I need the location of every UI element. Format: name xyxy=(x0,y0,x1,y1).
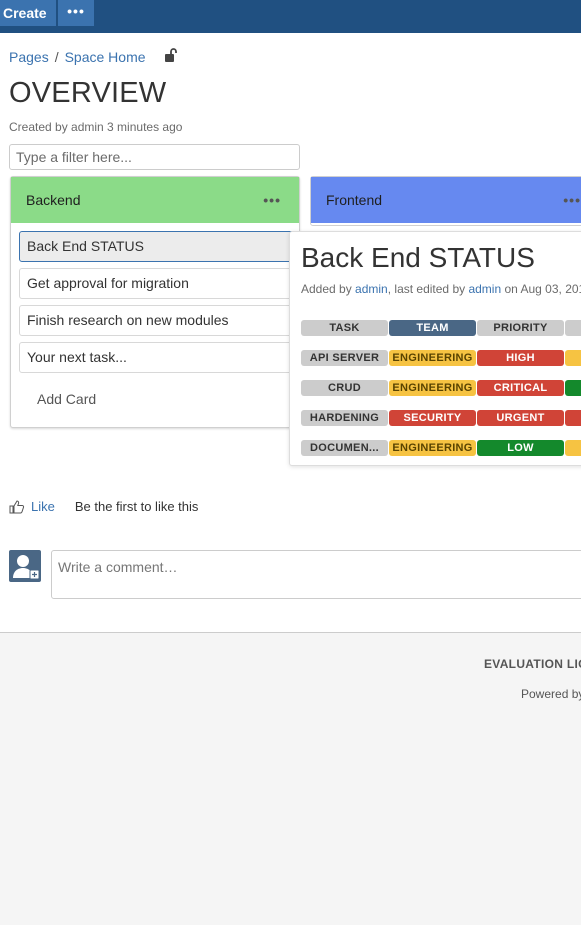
status-lozenge xyxy=(565,320,581,336)
column-header-frontend: Frontend ••• xyxy=(311,177,581,223)
status-row: DOCUMEN... ENGINEERING LOW xyxy=(301,440,581,456)
status-lozenge: ENGINEERING xyxy=(389,440,476,456)
status-lozenge: CRUD xyxy=(301,380,388,396)
status-row: TASK TEAM PRIORITY xyxy=(301,320,581,336)
like-row: Like Be the first to like this xyxy=(9,499,198,514)
status-lozenge: DOCUMEN... xyxy=(301,440,388,456)
like-link[interactable]: Like xyxy=(31,499,55,514)
status-lozenge: URGENT xyxy=(477,410,564,426)
user-avatar xyxy=(9,550,41,582)
status-lozenge xyxy=(565,410,581,426)
breadcrumb-space-home[interactable]: Space Home xyxy=(65,49,146,65)
filter-input[interactable] xyxy=(9,144,300,170)
status-lozenge: LOW xyxy=(477,440,564,456)
footer-license-text: EVALUATION LIC xyxy=(484,657,581,671)
status-lozenge: ENGINEERING xyxy=(389,380,476,396)
status-lozenge: TASK xyxy=(301,320,388,336)
status-row: CRUD ENGINEERING CRITICAL xyxy=(301,380,581,396)
meta-edited-user-link[interactable]: admin xyxy=(468,282,501,296)
status-lozenge xyxy=(565,350,581,366)
column-header-backend: Backend ••• xyxy=(11,177,299,223)
page-footer: EVALUATION LIC Powered by xyxy=(0,632,581,925)
meta-text: Added by xyxy=(301,282,356,296)
status-lozenge: API SERVER xyxy=(301,350,388,366)
column-menu-button[interactable]: ••• xyxy=(563,192,581,208)
status-lozenge xyxy=(565,440,581,456)
like-status-text: Be the first to like this xyxy=(74,499,199,514)
board-column-frontend: Frontend ••• xyxy=(310,176,581,226)
status-lozenge: ENGINEERING xyxy=(389,350,476,366)
breadcrumb-separator: / xyxy=(54,49,59,65)
meta-text: , last edited by xyxy=(387,282,469,296)
breadcrumb: Pages / Space Home xyxy=(9,47,178,65)
popup-meta: Added by admin, last edited by admin on … xyxy=(301,282,581,296)
status-lozenge: SECURITY xyxy=(389,410,476,426)
status-table: TASK TEAM PRIORITY API SERVER ENGINEERING HIG… xyxy=(301,320,581,465)
card-back-end-status[interactable]: Back End STATUS xyxy=(19,231,299,262)
status-lozenge: CRITICAL xyxy=(477,380,564,396)
popup-title: Back End STATUS xyxy=(301,242,535,273)
status-row: API SERVER ENGINEERING HIGH xyxy=(301,350,581,366)
card-finish-research[interactable]: Finish research on new modules xyxy=(19,305,299,336)
breadcrumb-pages[interactable]: Pages xyxy=(9,49,49,65)
status-lozenge: HARDENING xyxy=(301,410,388,426)
status-row: HARDENING SECURITY URGENT xyxy=(301,410,581,426)
footer-powered-by: Powered by xyxy=(521,687,581,701)
add-card-button[interactable]: Add Card xyxy=(37,391,96,407)
thumbs-up-icon[interactable] xyxy=(9,499,25,514)
status-lozenge: PRIORITY xyxy=(477,320,564,336)
meta-added-user-link[interactable]: admin xyxy=(355,282,388,296)
default-user-icon xyxy=(13,555,40,580)
meta-date: on Aug 03, 201 xyxy=(501,282,581,296)
status-lozenge xyxy=(565,380,581,396)
status-lozenge: TEAM xyxy=(389,320,476,336)
top-navigation-bar: Create ••• xyxy=(0,0,581,33)
column-title: Frontend xyxy=(326,192,383,208)
unlock-icon[interactable] xyxy=(164,47,178,63)
status-lozenge: HIGH xyxy=(477,350,564,366)
column-menu-button[interactable]: ••• xyxy=(263,192,281,208)
page-byline: Created by admin 3 minutes ago xyxy=(9,120,183,134)
create-button[interactable]: Create xyxy=(0,0,56,26)
column-title: Backend xyxy=(26,192,81,208)
more-options-button[interactable]: ••• xyxy=(58,0,94,26)
board-column-backend: Backend ••• Back End STATUS Get approval… xyxy=(10,176,300,428)
card-detail-popup: Back End STATUS Added by admin, last edi… xyxy=(289,231,581,466)
comment-input[interactable]: Write a comment… xyxy=(51,550,581,599)
card-next-task[interactable]: Your next task... xyxy=(19,342,299,373)
page-title: OVERVIEW xyxy=(9,77,167,109)
card-get-approval[interactable]: Get approval for migration xyxy=(19,268,299,299)
